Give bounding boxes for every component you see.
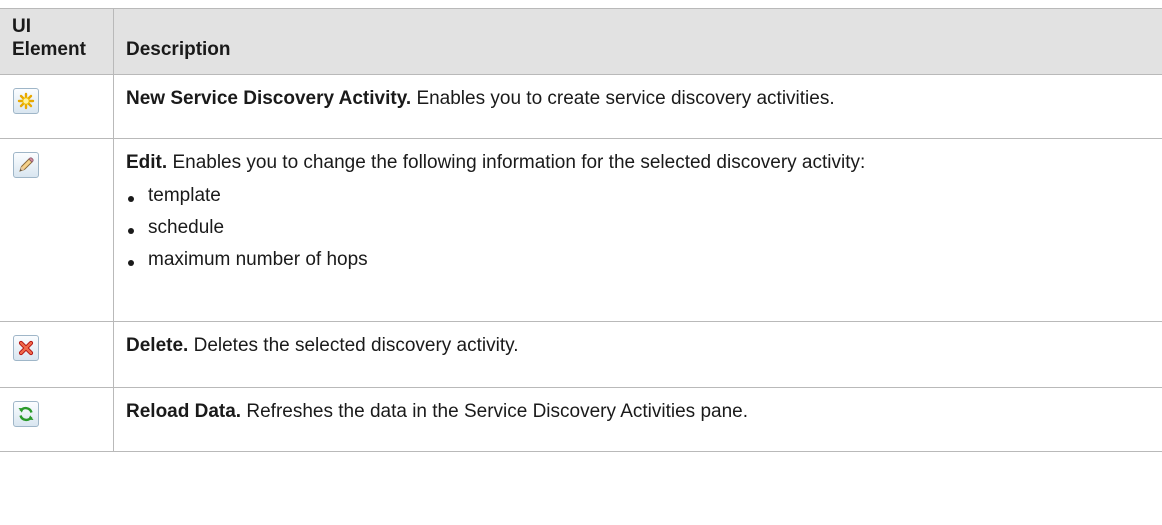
element-name: Edit. (126, 152, 168, 173)
delete-x-icon (13, 335, 39, 361)
element-description: Deletes the selected discovery activity. (193, 335, 519, 356)
list-item: template (126, 184, 1150, 208)
header-ui-element: UI Element (0, 8, 114, 75)
description-cell: Reload Data. Refreshes the data in the S… (113, 387, 1162, 452)
element-name: New Service Discovery Activity. (126, 88, 412, 109)
ui-elements-table: UI Element Description New Service Disco… (0, 8, 1162, 452)
list-item: schedule (126, 216, 1150, 240)
description-cell: New Service Discovery Activity. Enables … (113, 74, 1162, 139)
table-row: Delete. Deletes the selected discovery a… (0, 321, 1162, 388)
icon-cell (0, 138, 114, 322)
list-item: maximum number of hops (126, 248, 1150, 272)
table-row: Edit. Enables you to change the followin… (0, 138, 1162, 322)
table-row: New Service Discovery Activity. Enables … (0, 74, 1162, 139)
table-header-row: UI Element Description (0, 8, 1162, 75)
element-description: Enables you to change the following info… (172, 152, 866, 173)
bullet-list: template schedule maximum number of hops (126, 184, 1150, 272)
table-row: Reload Data. Refreshes the data in the S… (0, 387, 1162, 452)
element-description: Enables you to create service discovery … (416, 88, 835, 109)
element-name: Reload Data. (126, 401, 242, 422)
header-description: Description (113, 8, 1162, 75)
element-description: Refreshes the data in the Service Discov… (246, 401, 749, 422)
description-cell: Edit. Enables you to change the followin… (113, 138, 1162, 322)
icon-cell (0, 321, 114, 388)
icon-cell (0, 387, 114, 452)
element-name: Delete. (126, 335, 189, 356)
new-activity-icon (13, 88, 39, 114)
edit-pencil-icon (13, 152, 39, 178)
reload-icon (13, 401, 39, 427)
icon-cell (0, 74, 114, 139)
description-cell: Delete. Deletes the selected discovery a… (113, 321, 1162, 388)
